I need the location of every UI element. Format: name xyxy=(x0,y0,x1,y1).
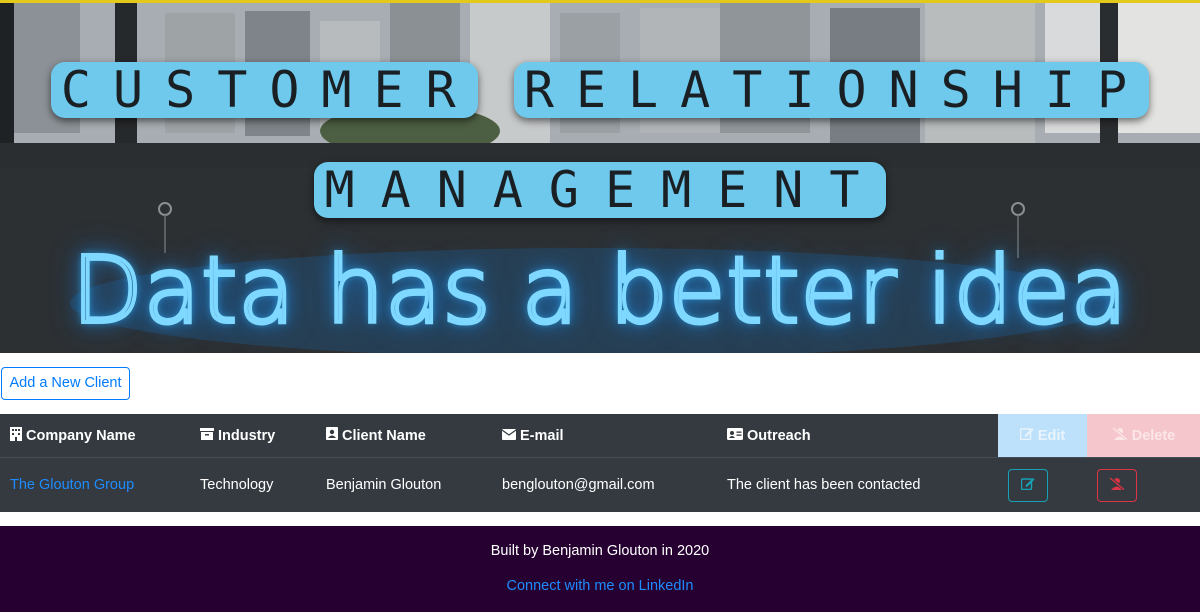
neon-sign-text: Data has a better idea xyxy=(70,235,1129,346)
company-link[interactable]: The Glouton Group xyxy=(10,477,134,493)
linkedin-link[interactable]: Connect with me on LinkedIn xyxy=(507,578,694,594)
table-row: The Glouton Group Technology Benjamin Gl… xyxy=(0,458,1200,512)
user-slash-icon xyxy=(1109,476,1125,494)
column-header-outreach[interactable]: Outreach xyxy=(727,414,811,457)
column-header-delete-label: Delete xyxy=(1131,427,1176,444)
hero-banner: CUSTOMER RELATIONSHIP MANAGEMENT Data ha… xyxy=(0,0,1200,353)
id-card-icon xyxy=(727,427,743,444)
building-icon xyxy=(10,426,22,445)
column-header-edit-label: Edit xyxy=(1037,427,1066,444)
column-header-client[interactable]: Client Name xyxy=(326,414,426,457)
column-header-client-label: Client Name xyxy=(342,427,426,444)
client-name-cell: Benjamin Glouton xyxy=(326,477,442,493)
user-card-icon xyxy=(326,427,338,444)
footer-credit: Built by Benjamin Glouton in 2020 xyxy=(490,543,710,559)
email-cell: benglouton@gmail.com xyxy=(502,477,655,493)
add-new-client-button[interactable]: Add a New Client xyxy=(1,367,130,400)
outreach-cell: The client has been contacted xyxy=(727,477,921,493)
column-header-outreach-label: Outreach xyxy=(747,427,811,444)
edit-cell xyxy=(1008,458,1048,512)
column-header-email-label: E-mail xyxy=(520,427,564,444)
column-header-industry-label: Industry xyxy=(218,427,276,444)
clients-table: Company Name Industry Client Name E-mail… xyxy=(0,414,1200,512)
edit-client-button[interactable] xyxy=(1008,468,1048,502)
column-header-company[interactable]: Company Name xyxy=(10,414,136,457)
archive-icon xyxy=(200,427,214,444)
edit-icon xyxy=(1019,427,1034,444)
column-header-edit: Edit xyxy=(998,414,1087,457)
delete-cell xyxy=(1097,458,1137,512)
column-header-email[interactable]: E-mail xyxy=(501,414,564,457)
column-header-delete: Delete xyxy=(1087,414,1200,457)
delete-client-button[interactable] xyxy=(1097,468,1137,502)
footer-link-row: Connect with me on LinkedIn xyxy=(0,578,1200,594)
column-header-industry[interactable]: Industry xyxy=(200,414,275,457)
table-header-row: Company Name Industry Client Name E-mail… xyxy=(0,414,1200,458)
edit-icon xyxy=(1020,477,1035,494)
industry-cell: Technology xyxy=(200,477,274,493)
company-cell[interactable]: The Glouton Group xyxy=(10,458,134,512)
column-header-company-label: Company Name xyxy=(26,427,136,444)
user-slash-icon xyxy=(1111,426,1128,444)
envelope-icon xyxy=(501,428,517,444)
footer: Built by Benjamin Glouton in 2020 Connec… xyxy=(0,526,1200,612)
